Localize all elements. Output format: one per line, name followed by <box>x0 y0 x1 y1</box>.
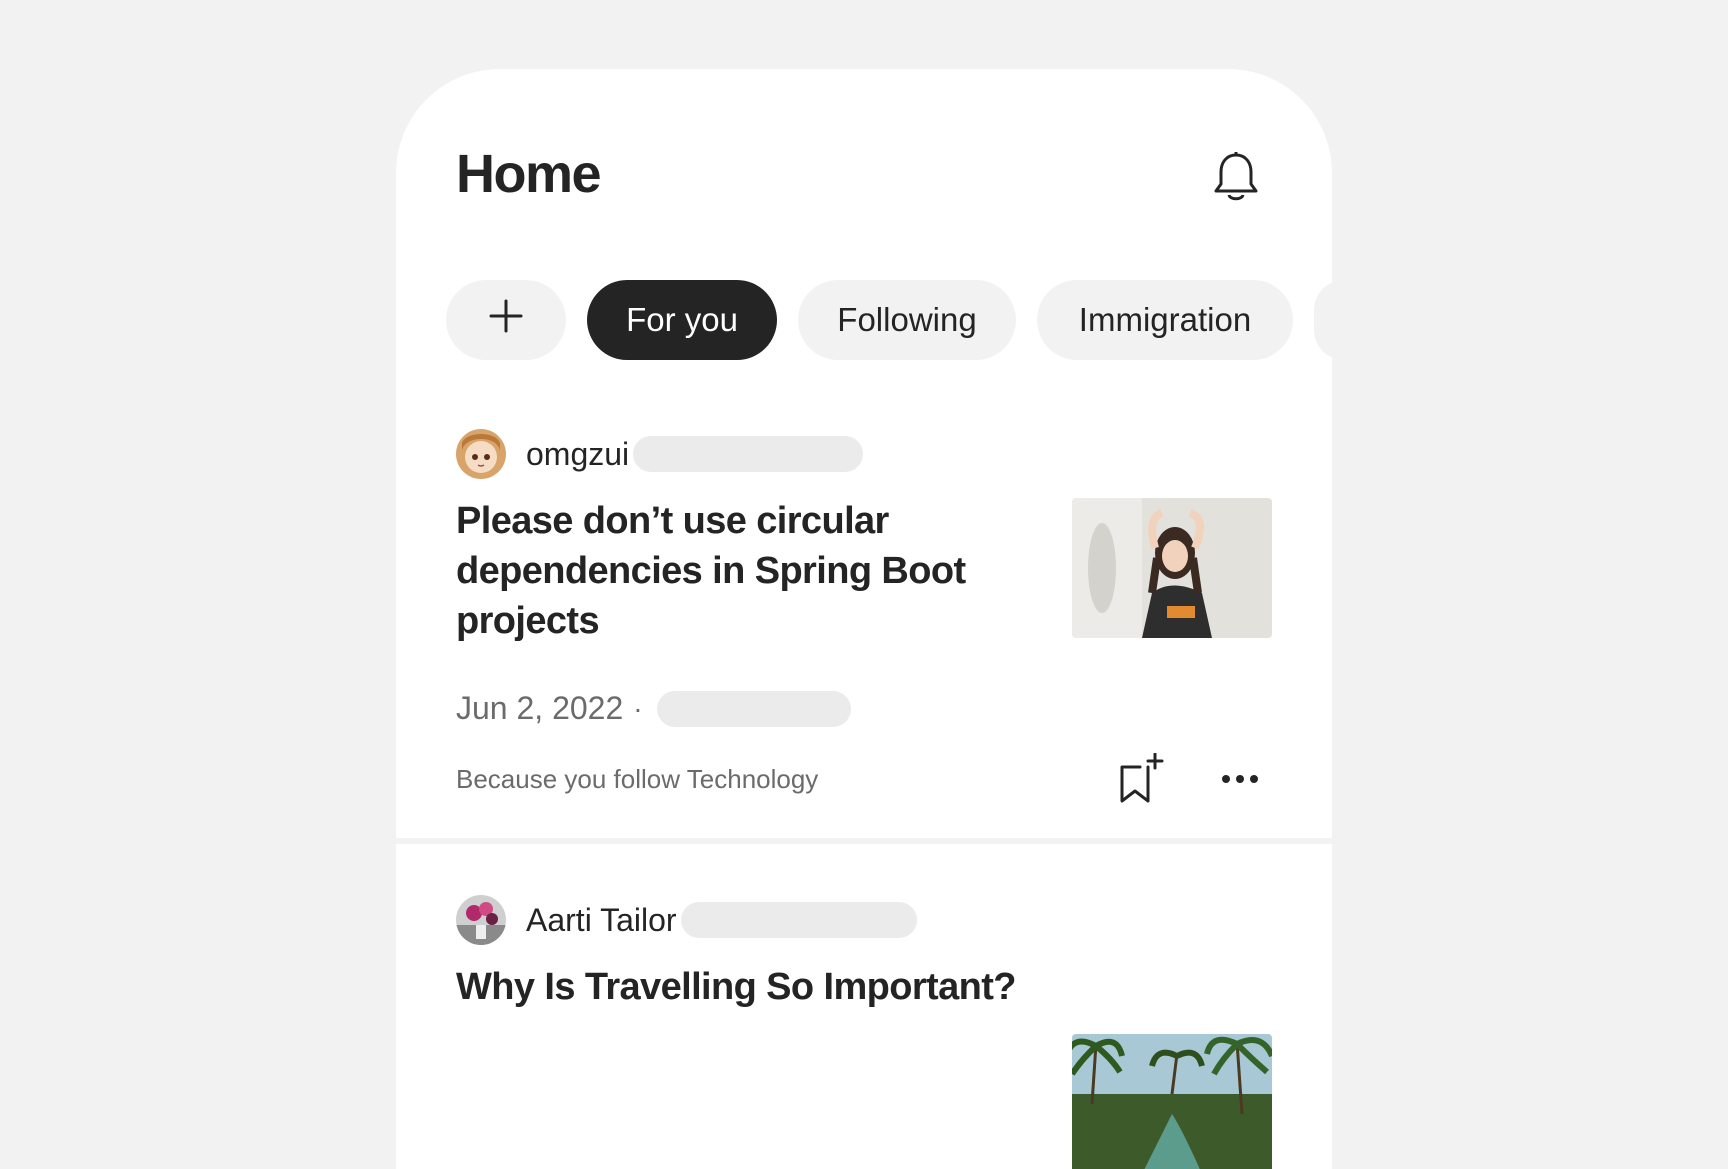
tab-for-you[interactable]: For you <box>587 280 777 360</box>
article-thumbnail[interactable] <box>1072 498 1272 638</box>
article-title[interactable]: Please don’t use circular dependencies i… <box>456 496 1016 646</box>
add-topic-button[interactable] <box>446 280 566 360</box>
page-title: Home <box>456 144 602 204</box>
article-thumbnail[interactable] <box>1072 1034 1272 1169</box>
article-title[interactable]: Why Is Travelling So Important? <box>456 962 1017 1012</box>
notifications-bell-icon[interactable] <box>1213 151 1259 203</box>
feed-divider <box>396 838 1332 844</box>
author-row: omgzui <box>456 428 1272 480</box>
topic-tabs: For you Following Immigration <box>446 280 1332 360</box>
app-screen: Home For you Following Immigration omgzu… <box>396 69 1332 1169</box>
plus-icon <box>489 299 523 341</box>
publish-date: Jun 2, 2022 <box>456 690 624 726</box>
recommendation-reason: Because you follow Technology <box>456 764 819 794</box>
article-card[interactable]: Aarti Tailor Why Is Travelling So Import… <box>456 894 1272 1169</box>
author-avatar[interactable] <box>456 895 506 945</box>
tab-next-partial[interactable] <box>1314 280 1332 360</box>
author-name[interactable]: Aarti Tailor <box>526 902 677 939</box>
bookmark-add-icon[interactable] <box>1118 752 1164 805</box>
author-name[interactable]: omgzui <box>526 436 629 473</box>
author-avatar[interactable] <box>456 429 506 479</box>
tab-immigration[interactable]: Immigration <box>1037 280 1293 360</box>
author-row: Aarti Tailor <box>456 894 1272 946</box>
tab-following[interactable]: Following <box>798 280 1016 360</box>
publication-placeholder <box>680 902 917 938</box>
meta-separator: · <box>633 692 643 724</box>
publication-placeholder <box>633 436 864 472</box>
more-options-icon[interactable] <box>1220 772 1260 786</box>
article-card[interactable]: omgzui Please don’t use circular depende… <box>456 428 1272 803</box>
read-time-placeholder <box>656 690 851 727</box>
article-meta: Jun 2, 2022 · <box>456 690 851 727</box>
